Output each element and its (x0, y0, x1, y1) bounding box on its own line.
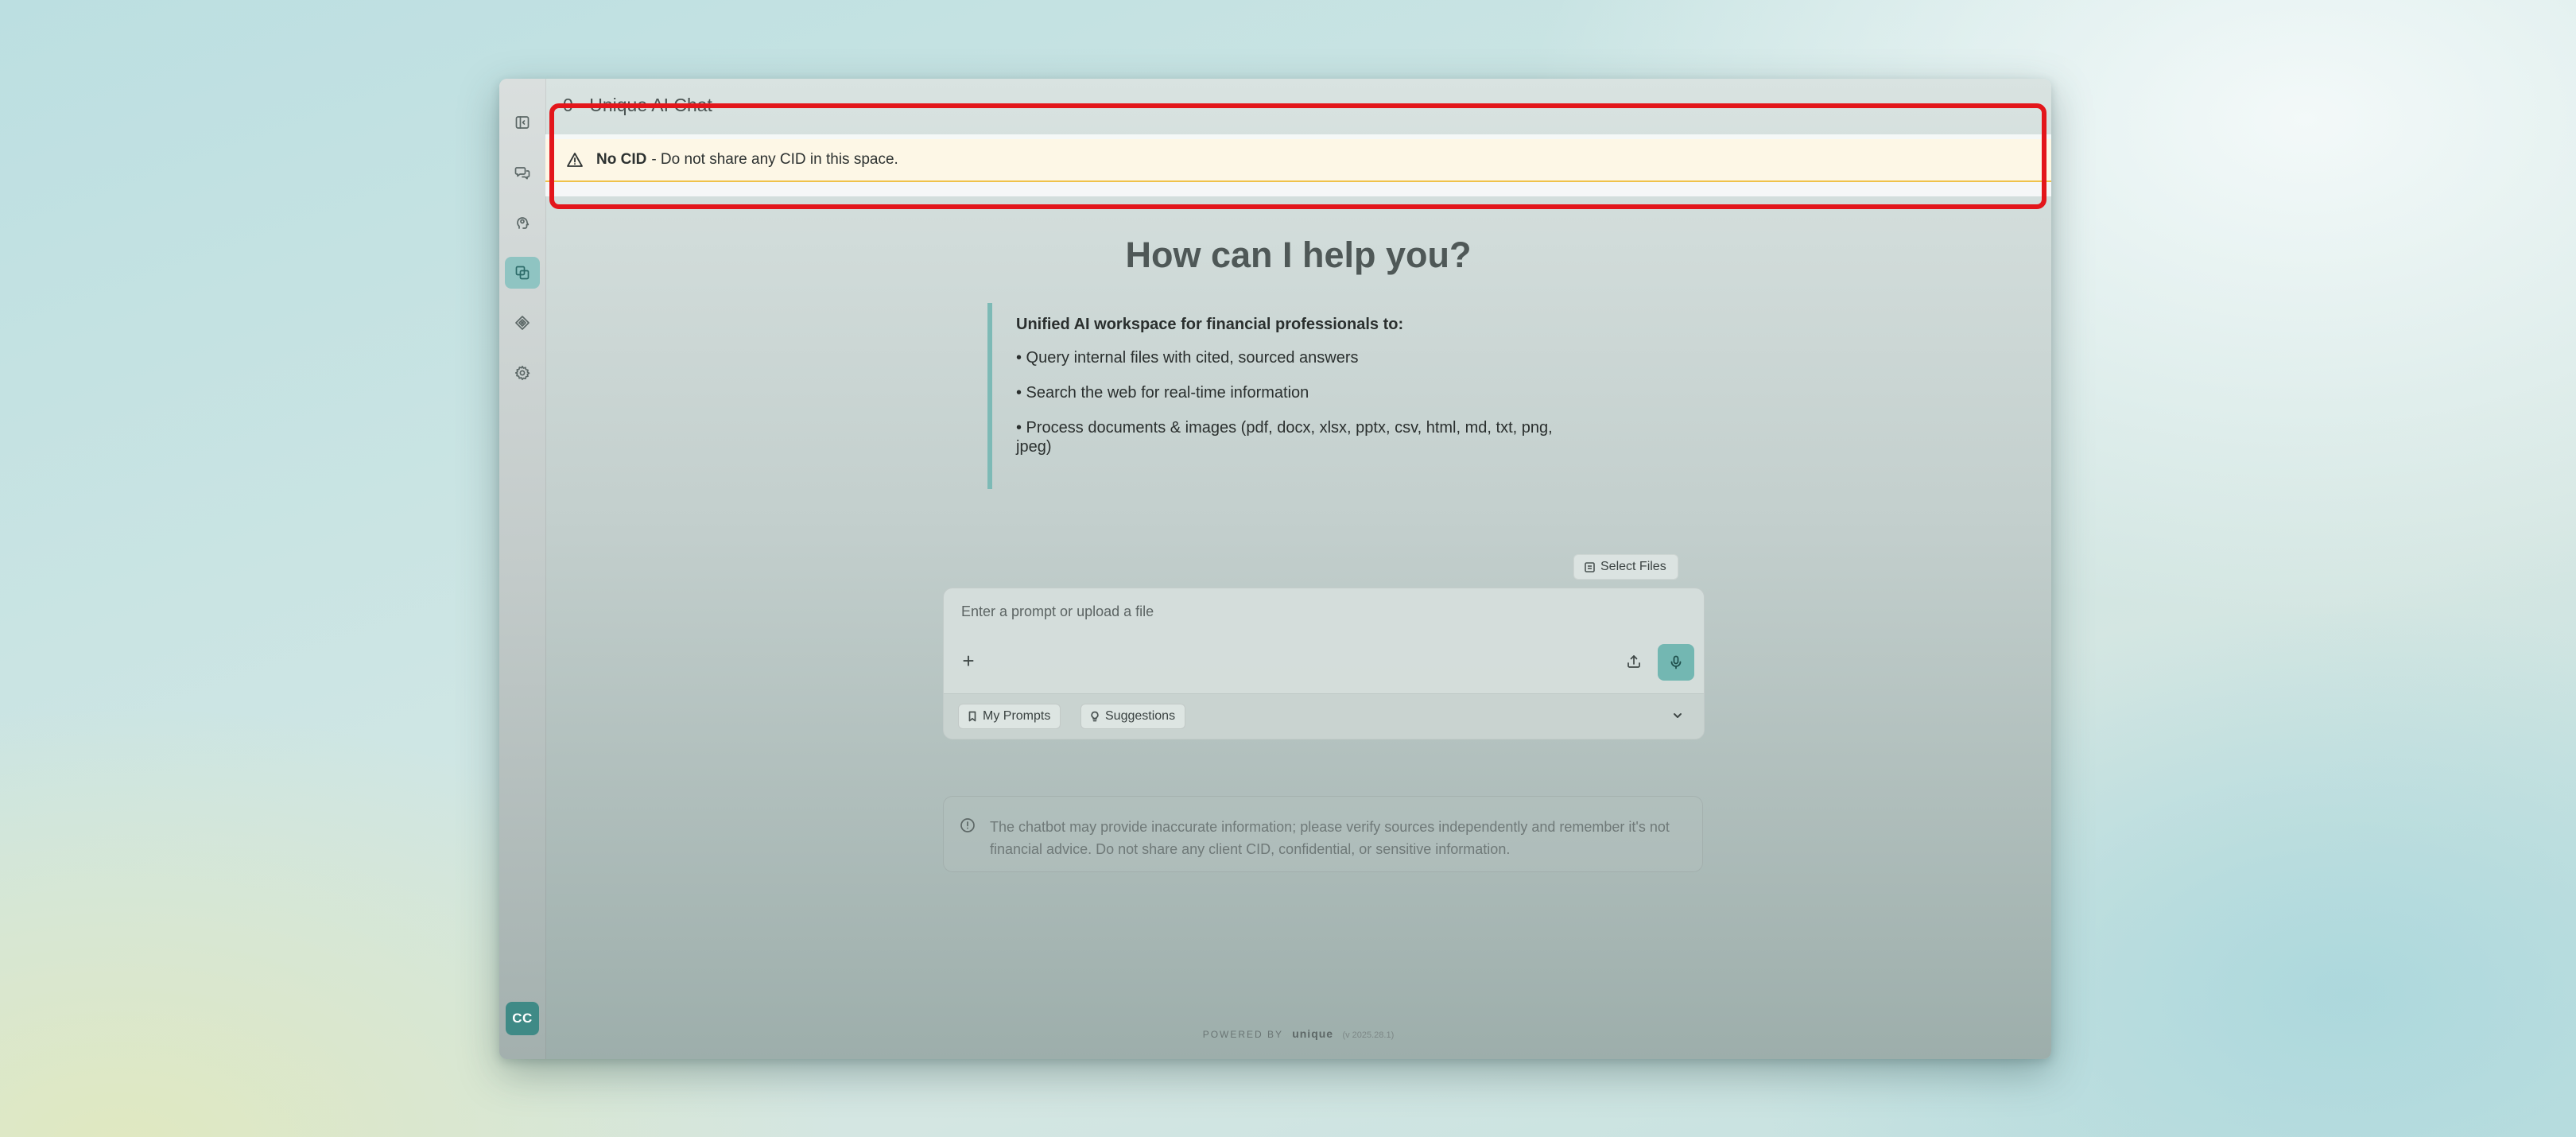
voice-input-button[interactable] (1658, 644, 1694, 681)
gear-icon (514, 365, 530, 381)
layers-copy-icon (515, 266, 530, 280)
sidebar-item-assistants[interactable] (505, 207, 540, 239)
intro-bullet: • Query internal files with cited, sourc… (1016, 349, 1359, 367)
chat-bubbles-icon (514, 167, 530, 180)
expand-options-button[interactable] (1667, 705, 1688, 726)
disclaimer-text: The chatbot may provide inaccurate infor… (990, 819, 1670, 857)
disclaimer-box: The chatbot may provide inaccurate infor… (943, 796, 1703, 872)
intro-lead: Unified AI workspace for financial profe… (1016, 316, 1404, 333)
add-attachment-button[interactable]: + (956, 649, 980, 673)
sidebar-toggle-icon (515, 116, 530, 129)
select-files-button[interactable]: Select Files (1573, 554, 1678, 580)
suggestions-button[interactable]: Suggestions (1080, 704, 1186, 729)
notice-text: - Do not share any CID in this space. (651, 151, 898, 168)
info-circle-icon (960, 818, 975, 832)
powered-by-label: POWERED BY (1202, 1029, 1283, 1040)
welcome-headline: How can I help you? (1125, 235, 1472, 275)
sidebar-item-settings[interactable] (505, 357, 540, 389)
sidebar: CC (499, 79, 546, 1059)
prompt-composer: + My Prom (943, 588, 1705, 739)
file-select-icon (1585, 561, 1595, 572)
intro-quote: Unified AI workspace for financial profe… (987, 303, 1592, 489)
app-window: CC 0 - Unique AI Chat No CID - Do not sh… (499, 79, 2051, 1059)
no-cid-banner: No CID - Do not share any CID in this sp… (545, 139, 2051, 182)
page-title: 0 - Unique AI Chat (563, 95, 712, 115)
composer-footer: My Prompts Suggestions (944, 693, 1704, 739)
my-prompts-button[interactable]: My Prompts (958, 704, 1061, 729)
sidebar-item-spaces[interactable] (505, 257, 540, 289)
bookmark-icon (968, 711, 976, 722)
sidebar-toggle-button[interactable] (505, 107, 540, 138)
brand-logo: unique (1292, 1027, 1334, 1040)
chevron-down-icon (1674, 713, 1682, 718)
brain-icon (517, 217, 530, 229)
prompt-input[interactable] (960, 603, 1678, 621)
my-prompts-label: My Prompts (983, 709, 1051, 723)
notice-bold-label: No CID (596, 151, 647, 168)
main-area: 0 - Unique AI Chat No CID - Do not share… (545, 79, 2051, 1059)
upload-button[interactable] (1621, 649, 1647, 674)
select-files-label: Select Files (1600, 560, 1666, 573)
sidebar-item-knowledge[interactable] (505, 307, 540, 339)
intro-bullet: • Process documents & images (pdf, docx,… (1016, 419, 1553, 456)
upload-icon (1627, 655, 1640, 668)
version-label: (v 2025.28.1) (1342, 1030, 1395, 1040)
lightbulb-icon (1091, 711, 1099, 722)
microphone-icon (1670, 655, 1682, 669)
sidebar-item-chats[interactable] (505, 157, 540, 188)
suggestions-label: Suggestions (1105, 709, 1176, 723)
user-avatar[interactable]: CC (506, 1002, 539, 1035)
target-diamond-icon (515, 316, 530, 330)
warning-triangle-icon (567, 153, 583, 167)
intro-bullet: • Search the web for real-time informati… (1016, 384, 1309, 402)
powered-by-footer: POWERED BY unique (v 2025.28.1) (545, 1027, 2051, 1040)
